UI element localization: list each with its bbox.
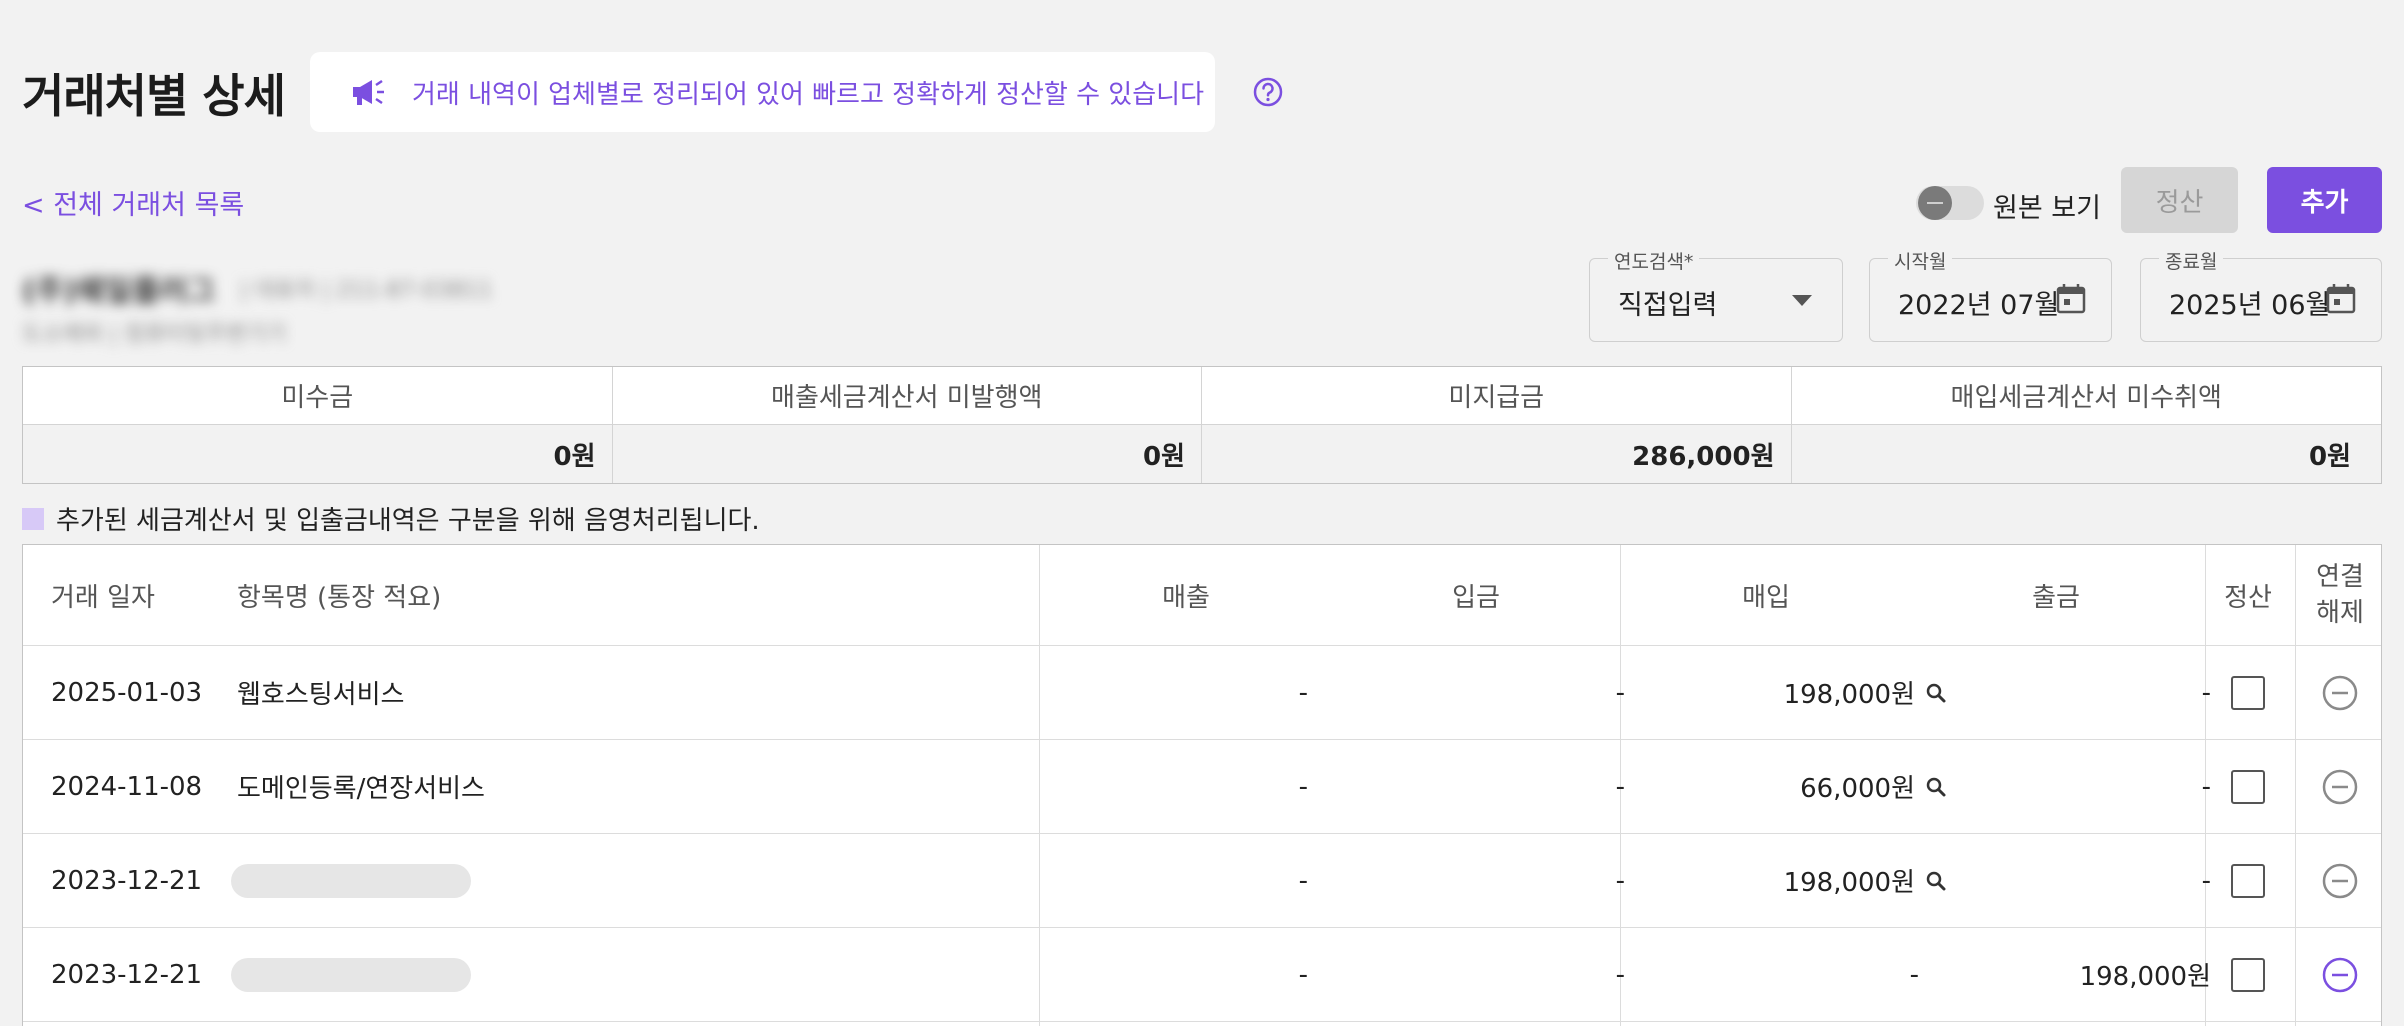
settle-checkbox[interactable] (2231, 957, 2265, 992)
row-date: 2024-11-08 (51, 771, 203, 802)
summary-value-receivable: 0원 (23, 425, 613, 483)
chevron-down-icon (1792, 295, 1812, 306)
original-view-label: 원본 보기 (1993, 193, 2101, 224)
table-row: 2024-11-08 도메인등록/연장서비스 - - 66,000원 - (23, 740, 2381, 834)
calendar-icon[interactable] (2053, 281, 2089, 317)
header-purchase[interactable]: 매입 (1621, 545, 1911, 645)
summary-header-receivable: 미수금 (23, 367, 613, 425)
row-sales: - (1298, 959, 1308, 990)
row-item: 웹호스팅서비스 (237, 680, 405, 710)
row-item: 도메인등록/연장서비스 (237, 774, 485, 804)
original-view-toggle[interactable] (1916, 186, 1984, 220)
company-meta: | 대표자 | 211-87-03811 (240, 278, 493, 303)
row-settle-cell (2203, 646, 2293, 739)
legend-text: 추가된 세금계산서 및 입출금내역은 구분을 위해 음영처리됩니다. (56, 506, 760, 536)
row-date: 2025-01-03 (51, 677, 203, 708)
info-banner: 거래 내역이 업체별로 정리되어 있어 빠르고 정확하게 정산할 수 있습니다 (310, 52, 1215, 132)
header-withdrawal[interactable]: 출금 (1911, 545, 2201, 645)
row-settle-cell (2203, 740, 2293, 833)
row-sales: - (1298, 865, 1308, 896)
settle-checkbox[interactable] (2231, 769, 2265, 804)
summary-header-unreceived-purchase-invoice: 매입세금계산서 미수취액 (1791, 367, 2381, 425)
shading-legend: 추가된 세금계산서 및 입출금내역은 구분을 위해 음영처리됩니다. (22, 500, 760, 537)
year-search-select[interactable]: 연도검색* 직접입력 (1589, 247, 1843, 342)
row-sales: - (1298, 677, 1308, 708)
settle-checkbox[interactable] (2231, 863, 2265, 898)
summary-header-unissued-sales-invoice: 매출세금계산서 미발행액 (612, 367, 1202, 425)
row-withdrawal: 198,000원 (2079, 962, 2211, 992)
header-item[interactable]: 항목명 (통장 적요) (237, 545, 441, 645)
transactions-table: 거래 일자 항목명 (통장 적요) 매출 입금 매입 출금 정산 연결 해제 2… (22, 544, 2382, 1026)
company-name: (주)웨일플러그 (22, 274, 216, 309)
megaphone-icon (353, 79, 384, 105)
row-purchase: 198,000원 (1643, 646, 1947, 739)
help-circle-icon[interactable] (1252, 76, 1284, 108)
settle-button[interactable]: 정산 (2121, 167, 2238, 233)
minus-circle-icon[interactable] (2321, 862, 2359, 900)
row-deposit: - (1615, 771, 1625, 802)
masked-item-placeholder (231, 957, 471, 992)
row-purchase: - (1909, 959, 1919, 990)
row-deposit: - (1615, 677, 1625, 708)
start-month-field[interactable]: 시작월 2022년 07월 (1869, 247, 2112, 342)
summary-value-unissued-sales-invoice: 0원 (612, 425, 1202, 483)
page-title: 거래처별 상세 (22, 69, 286, 123)
row-settle-cell (2203, 928, 2293, 1021)
minus-circle-icon[interactable] (2321, 674, 2359, 712)
masked-item-placeholder (231, 863, 471, 898)
header-settle: 정산 (2224, 582, 2272, 613)
end-month-value: 2025년 06월 (2169, 290, 2331, 321)
add-button[interactable]: 추가 (2267, 167, 2382, 233)
table-row: 2023-12-21 - - - 198,000원 (23, 928, 2381, 1022)
summary-value-unreceived-purchase-invoice: 0원 (1791, 425, 2381, 483)
calendar-icon[interactable] (2323, 281, 2359, 317)
row-withdrawal: - (2201, 865, 2211, 896)
minus-circle-icon[interactable] (2321, 956, 2359, 994)
row-item (231, 928, 471, 1021)
year-search-value: 직접입력 (1618, 290, 1718, 321)
legend-swatch (22, 507, 44, 530)
header-deposit[interactable]: 입금 (1331, 545, 1621, 645)
company-address: 도소매외 | 컴퓨터및주변기기 (22, 322, 287, 347)
row-date: 2023-12-21 (51, 959, 203, 990)
settle-checkbox[interactable] (2231, 675, 2265, 710)
row-settle-cell (2203, 834, 2293, 927)
summary-value-payable: 286,000원 (1202, 425, 1792, 483)
row-deposit: - (1615, 865, 1625, 896)
start-month-value: 2022년 07월 (1898, 290, 2060, 321)
table-header-row: 거래 일자 항목명 (통장 적요) 매출 입금 매입 출금 정산 연결 해제 (23, 545, 2381, 646)
row-sales: - (1298, 771, 1308, 802)
banner-text: 거래 내역이 업체별로 정리되어 있어 빠르고 정확하게 정산할 수 있습니다 (412, 79, 1204, 110)
row-unlink-cell (2297, 834, 2383, 927)
back-to-list-link[interactable]: < 전체 거래처 목록 (22, 183, 244, 222)
row-date: 2023-12-21 (51, 865, 203, 896)
row-unlink-cell (2297, 646, 2383, 739)
table-row: 2025-01-03 웹호스팅서비스 - - 198,000원 - (23, 646, 2381, 740)
end-month-label: 종료월 (2159, 247, 2224, 274)
minus-circle-icon[interactable] (2321, 768, 2359, 806)
header-date[interactable]: 거래 일자 (51, 545, 155, 645)
row-deposit: - (1615, 959, 1625, 990)
row-item (231, 834, 471, 927)
row-purchase: 66,000원 (1643, 740, 1947, 833)
table-row: 2023-12-21 - - 198,000원 - (23, 834, 2381, 928)
header-unlink: 연결 해제 (2316, 562, 2364, 628)
end-month-field[interactable]: 종료월 2025년 06월 (2140, 247, 2382, 342)
row-unlink-cell (2297, 740, 2383, 833)
start-month-label: 시작월 (1888, 247, 1953, 274)
row-purchase: 198,000원 (1643, 834, 1947, 927)
row-withdrawal: - (2201, 677, 2211, 708)
year-search-label: 연도검색* (1608, 247, 1700, 274)
row-unlink-cell (2297, 928, 2383, 1021)
row-withdrawal: - (2201, 771, 2211, 802)
header-sales[interactable]: 매출 (1041, 545, 1331, 645)
summary-header-payable: 미지급금 (1202, 367, 1792, 425)
summary-table: 미수금 매출세금계산서 미발행액 미지급금 매입세금계산서 미수취액 0원 0원… (22, 366, 2382, 484)
